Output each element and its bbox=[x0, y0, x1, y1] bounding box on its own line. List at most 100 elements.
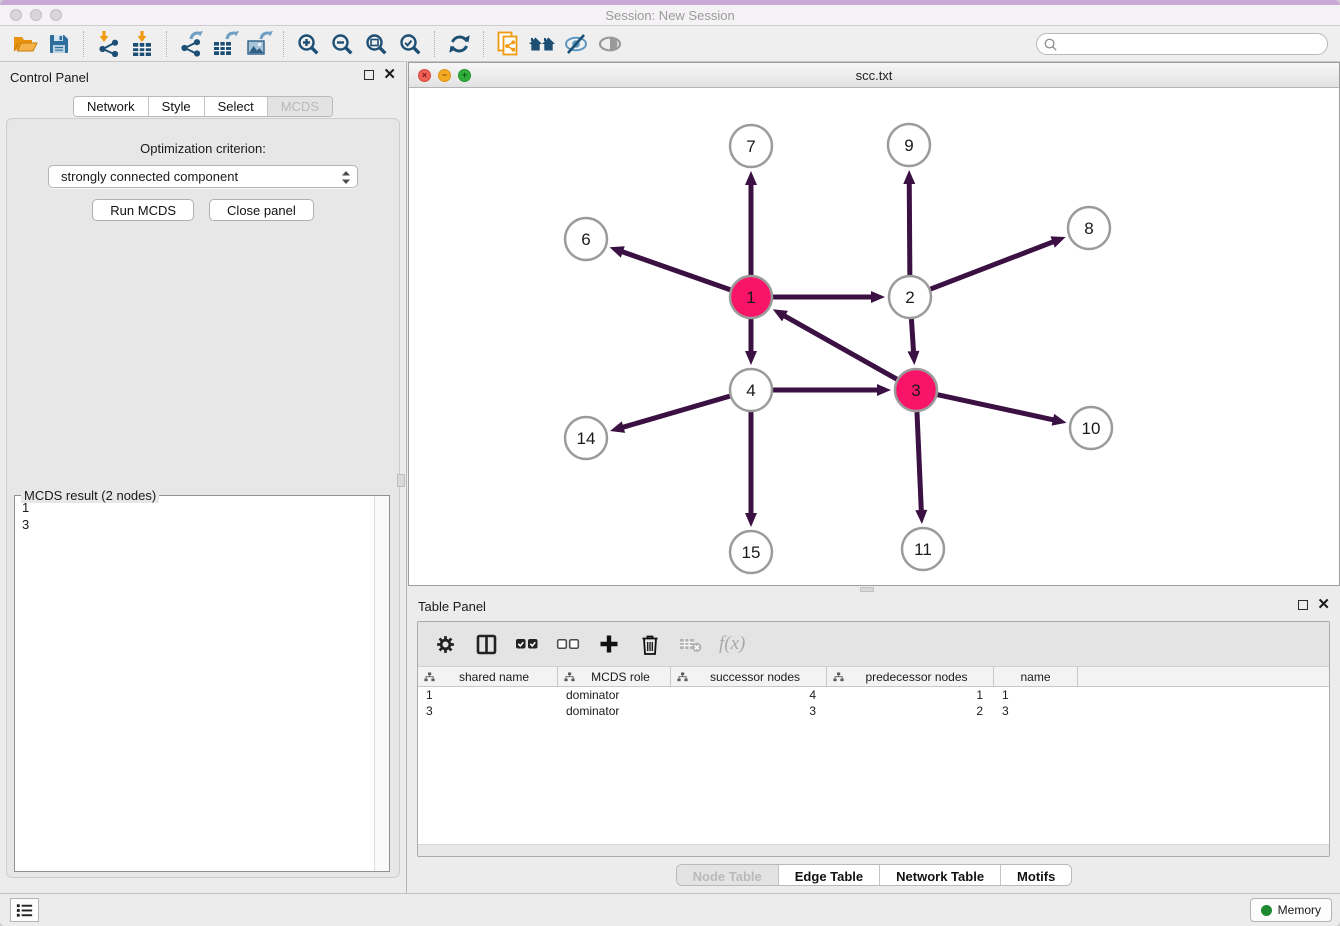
graph-node[interactable]: 15 bbox=[730, 531, 772, 573]
table-cell[interactable]: dominator bbox=[558, 703, 671, 719]
zoom-fit-icon[interactable] bbox=[359, 29, 393, 59]
graph-edge[interactable] bbox=[610, 246, 731, 289]
show-column-icon[interactable] bbox=[473, 631, 499, 657]
graph-node[interactable]: 3 bbox=[895, 369, 937, 411]
table-cell[interactable]: 1 bbox=[418, 687, 558, 703]
splitter-grip[interactable] bbox=[860, 587, 874, 592]
graph-edge[interactable] bbox=[908, 319, 920, 365]
import-table-icon[interactable] bbox=[125, 29, 159, 59]
tab-motifs[interactable]: Motifs bbox=[1001, 865, 1071, 886]
open-session-icon[interactable] bbox=[8, 29, 42, 59]
column-header-shared-name[interactable]: shared name bbox=[418, 667, 558, 686]
column-header-mcds-role[interactable]: MCDS role bbox=[558, 667, 671, 686]
network-window-titlebar[interactable]: × − + scc.txt bbox=[409, 63, 1339, 88]
delete-table-icon[interactable] bbox=[678, 631, 704, 657]
select-all-columns-icon[interactable] bbox=[514, 631, 540, 657]
table-row[interactable]: 3dominator323 bbox=[418, 703, 1329, 719]
table-row[interactable]: 1dominator411 bbox=[418, 687, 1329, 703]
table-cell[interactable]: 3 bbox=[671, 703, 827, 719]
tab-edge-table[interactable]: Edge Table bbox=[779, 865, 880, 886]
graph-edge[interactable] bbox=[610, 396, 730, 433]
graph-edge[interactable] bbox=[745, 319, 757, 365]
refresh-network-icon[interactable] bbox=[442, 29, 476, 59]
result-scrollbar[interactable] bbox=[374, 496, 389, 871]
float-panel-icon[interactable] bbox=[1298, 600, 1308, 610]
graph-edge[interactable] bbox=[903, 170, 915, 275]
graph-node[interactable]: 2 bbox=[889, 276, 931, 318]
zoom-in-icon[interactable] bbox=[291, 29, 325, 59]
table-options-icon[interactable] bbox=[432, 631, 458, 657]
graph-node[interactable]: 14 bbox=[565, 417, 607, 459]
tab-mcds[interactable]: MCDS bbox=[268, 97, 332, 116]
show-panels-list-button[interactable] bbox=[10, 898, 39, 922]
create-column-icon[interactable] bbox=[596, 631, 622, 657]
table-cell[interactable]: 3 bbox=[418, 703, 558, 719]
graph-edge[interactable] bbox=[931, 236, 1066, 289]
network-view-window: × − + scc.txt 7 9 6 8 1 2 4 3 14 10 15 11 bbox=[408, 62, 1340, 586]
graph-node-label: 4 bbox=[746, 381, 755, 400]
table-cell[interactable]: 3 bbox=[994, 703, 1078, 719]
tab-style[interactable]: Style bbox=[149, 97, 205, 116]
unselect-all-columns-icon[interactable] bbox=[555, 631, 581, 657]
new-network-icon[interactable] bbox=[491, 29, 525, 59]
run-mcds-button[interactable]: Run MCDS bbox=[92, 199, 194, 221]
import-network-icon[interactable] bbox=[91, 29, 125, 59]
tab-node-table[interactable]: Node Table bbox=[677, 865, 779, 886]
table-cell[interactable]: dominator bbox=[558, 687, 671, 703]
memory-button[interactable]: Memory bbox=[1250, 898, 1332, 922]
close-panel-button[interactable]: Close panel bbox=[209, 199, 314, 221]
table-cell[interactable]: 1 bbox=[827, 687, 994, 703]
graph-edge[interactable] bbox=[745, 412, 757, 527]
hide-graphics-icon[interactable] bbox=[559, 29, 593, 59]
horizontal-divider[interactable] bbox=[408, 586, 1340, 593]
graph-edge[interactable] bbox=[773, 309, 897, 379]
graph-edge[interactable] bbox=[773, 384, 891, 396]
graph-node-label: 2 bbox=[905, 288, 914, 307]
graph-node[interactable]: 10 bbox=[1070, 407, 1112, 449]
graph-node-label: 9 bbox=[904, 136, 913, 155]
memory-status-icon bbox=[1261, 905, 1272, 916]
close-panel-icon[interactable]: ✕ bbox=[383, 69, 396, 80]
delete-column-icon[interactable] bbox=[637, 631, 663, 657]
graph-node[interactable]: 1 bbox=[730, 276, 772, 318]
optimization-criterion-select[interactable]: strongly connected component bbox=[48, 165, 358, 188]
column-header-successor-nodes[interactable]: successor nodes bbox=[671, 667, 827, 686]
close-panel-icon[interactable]: ✕ bbox=[1317, 599, 1330, 610]
graph-node-label: 11 bbox=[914, 540, 932, 559]
table-cell[interactable]: 4 bbox=[671, 687, 827, 703]
apply-layout-icon[interactable] bbox=[525, 29, 559, 59]
tab-network[interactable]: Network bbox=[74, 97, 149, 116]
graph-edge[interactable] bbox=[745, 171, 757, 275]
graph-node[interactable]: 6 bbox=[565, 218, 607, 260]
graph-edge[interactable] bbox=[915, 412, 927, 524]
search-input[interactable] bbox=[1036, 33, 1328, 55]
table-panel: Table Panel ✕ bbox=[408, 593, 1340, 893]
column-header-name[interactable]: name bbox=[994, 667, 1078, 686]
graph-node[interactable]: 7 bbox=[730, 125, 772, 167]
graph-edge[interactable] bbox=[773, 291, 885, 303]
graph-edge[interactable] bbox=[937, 395, 1066, 426]
save-session-icon[interactable] bbox=[42, 29, 76, 59]
table-cell[interactable]: 2 bbox=[827, 703, 994, 719]
graph-node[interactable]: 9 bbox=[888, 124, 930, 166]
graph-node[interactable]: 11 bbox=[902, 528, 944, 570]
zoom-out-icon[interactable] bbox=[325, 29, 359, 59]
table-cell[interactable] bbox=[1078, 687, 1329, 703]
column-header-predecessor-nodes[interactable]: predecessor nodes bbox=[827, 667, 994, 686]
graph-node[interactable]: 8 bbox=[1068, 207, 1110, 249]
function-builder-icon[interactable]: f(x) bbox=[719, 631, 745, 657]
table-cell[interactable] bbox=[1078, 703, 1329, 719]
export-network-icon[interactable] bbox=[174, 29, 208, 59]
splitter-grip[interactable] bbox=[397, 474, 405, 487]
export-image-icon[interactable] bbox=[242, 29, 276, 59]
zoom-selected-icon[interactable] bbox=[393, 29, 427, 59]
float-panel-icon[interactable] bbox=[364, 70, 374, 80]
tab-select[interactable]: Select bbox=[205, 97, 268, 116]
tab-network-table[interactable]: Network Table bbox=[880, 865, 1001, 886]
network-canvas[interactable]: 7 9 6 8 1 2 4 3 14 10 15 11 bbox=[409, 88, 1339, 585]
table-cell[interactable]: 1 bbox=[994, 687, 1078, 703]
mcds-result-text[interactable]: 1 3 bbox=[22, 499, 29, 533]
export-table-icon[interactable] bbox=[208, 29, 242, 59]
graph-node[interactable]: 4 bbox=[730, 369, 772, 411]
show-graphics-icon[interactable] bbox=[593, 29, 627, 59]
